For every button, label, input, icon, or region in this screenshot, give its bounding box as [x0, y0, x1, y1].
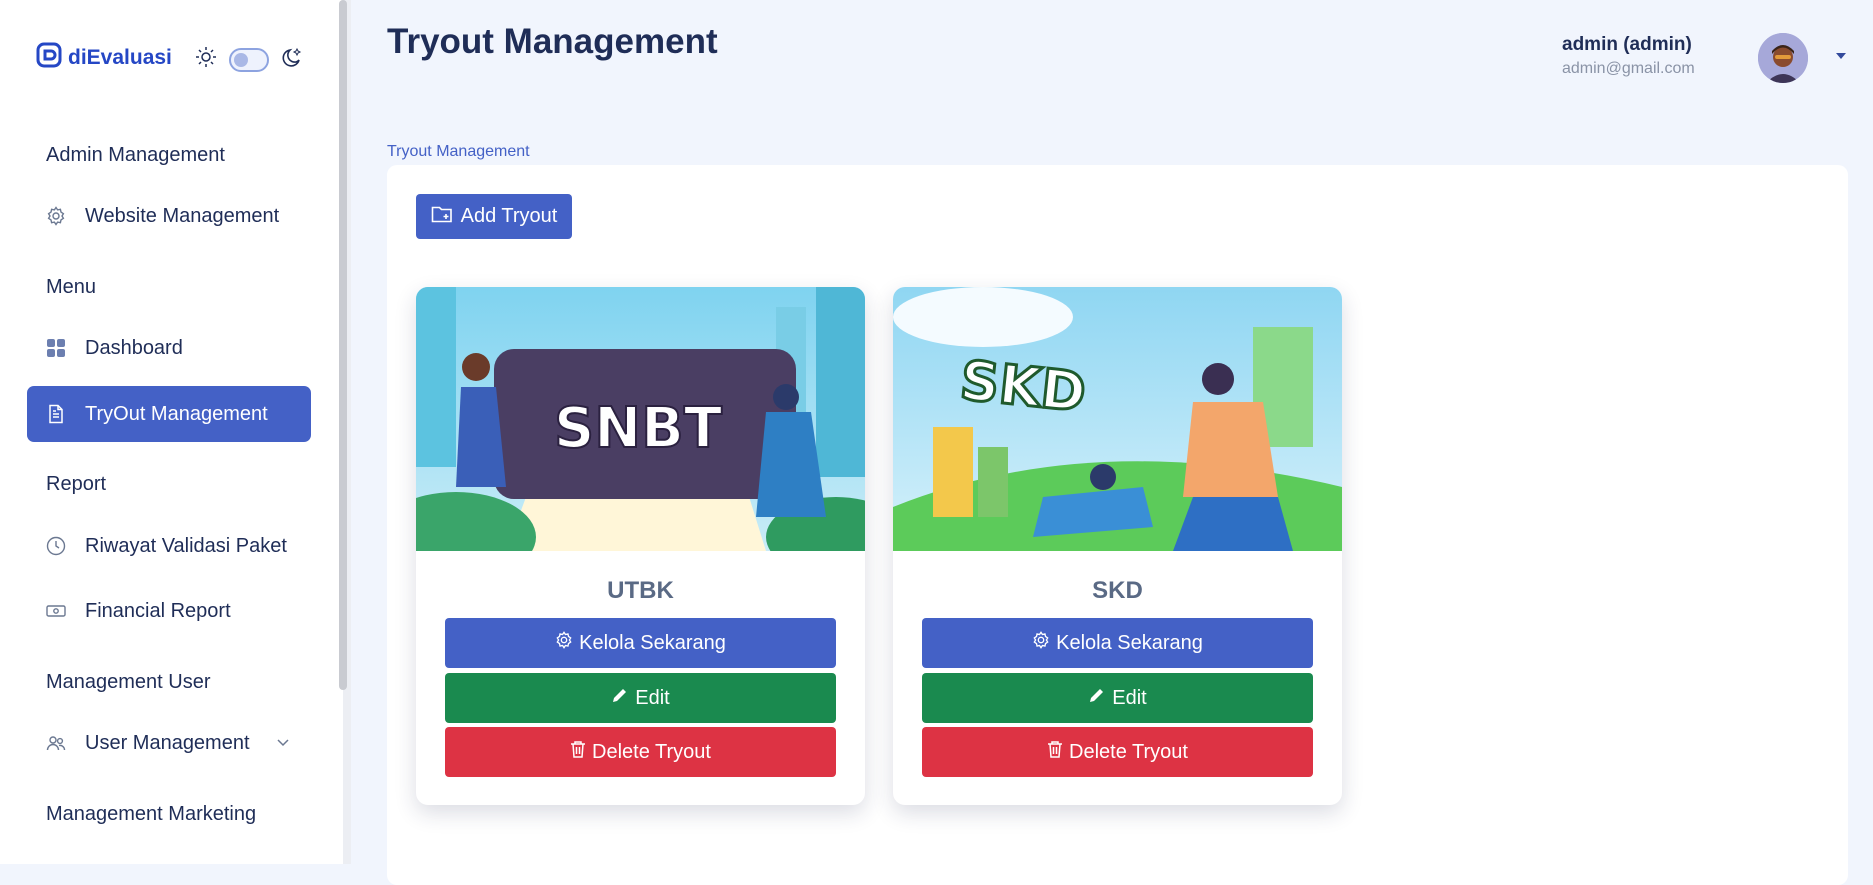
switch-knob — [234, 52, 248, 67]
tryout-card-utbk: SNBT UTBK Kelola Sekarang Edit Delete Tr… — [416, 287, 865, 805]
sidebar-item-label: Financial Report — [85, 599, 231, 622]
delete-label: Delete Tryout — [592, 740, 711, 763]
grid-icon — [45, 337, 67, 359]
sidebar: diEvaluasi Admin Management Website Mana… — [0, 0, 343, 864]
trash-icon — [1047, 740, 1063, 764]
logo-icon — [36, 42, 62, 73]
section-menu: Menu — [46, 276, 97, 298]
sun-icon — [195, 46, 217, 73]
logo-text: diEvaluasi — [68, 45, 172, 69]
sidebar-item-label: Riwayat Validasi Paket — [85, 534, 287, 557]
pencil-icon — [1088, 686, 1106, 710]
sidebar-item-tryout-management[interactable]: TryOut Management — [27, 386, 311, 442]
card-image-text: SKD — [957, 349, 1088, 425]
card-image: SKD — [893, 287, 1342, 551]
tryout-card-skd: SKD SKD Kelola Sekarang Edit Delete Tryo… — [893, 287, 1342, 805]
add-tryout-button[interactable]: Add Tryout — [416, 194, 572, 239]
document-icon — [45, 403, 67, 425]
app-logo[interactable]: diEvaluasi — [36, 42, 172, 73]
edit-label: Edit — [635, 686, 670, 709]
edit-button[interactable]: Edit — [445, 673, 836, 723]
sidebar-item-user-management[interactable]: User Management — [27, 715, 311, 771]
gear-icon — [555, 631, 573, 655]
manage-label: Kelola Sekarang — [579, 631, 726, 654]
sidebar-item-label: User Management — [85, 731, 250, 754]
section-management-user: Management User — [46, 671, 211, 693]
edit-button[interactable]: Edit — [922, 673, 1313, 723]
cash-icon — [45, 600, 67, 622]
user-menu-caret-icon[interactable] — [1836, 53, 1846, 59]
delete-tryout-button[interactable]: Delete Tryout — [922, 727, 1313, 777]
trash-icon — [570, 740, 586, 764]
avatar[interactable] — [1758, 33, 1808, 83]
chevron-down-icon[interactable] — [275, 733, 291, 756]
sidebar-item-website-management[interactable]: Website Management — [27, 188, 311, 244]
pencil-icon — [611, 686, 629, 710]
breadcrumb[interactable]: Tryout Management — [387, 143, 530, 161]
sidebar-item-label: Website Management — [85, 204, 280, 227]
section-report: Report — [46, 473, 107, 495]
sidebar-item-label: TryOut Management — [85, 402, 268, 425]
gear-icon — [45, 205, 67, 227]
users-icon — [45, 732, 67, 754]
delete-label: Delete Tryout — [1069, 740, 1188, 763]
delete-tryout-button[interactable]: Delete Tryout — [445, 727, 836, 777]
edit-label: Edit — [1112, 686, 1147, 709]
user-name: admin (admin) — [1562, 34, 1692, 55]
sidebar-item-riwayat-validasi-paket[interactable]: Riwayat Validasi Paket — [27, 518, 311, 574]
moon-icon — [281, 46, 303, 73]
clock-icon — [45, 535, 67, 557]
theme-toggle[interactable] — [195, 46, 303, 73]
section-management-marketing: Management Marketing — [46, 803, 257, 825]
page-title: Tryout Management — [387, 22, 718, 61]
card-title: SKD — [1092, 577, 1143, 604]
sidebar-item-financial-report[interactable]: Financial Report — [27, 583, 311, 639]
card-title: UTBK — [607, 577, 674, 604]
user-email: admin@gmail.com — [1562, 60, 1695, 77]
card-image-text: SNBT — [554, 396, 722, 461]
manage-button[interactable]: Kelola Sekarang — [445, 618, 836, 668]
manage-button[interactable]: Kelola Sekarang — [922, 618, 1313, 668]
sidebar-item-label: Dashboard — [85, 336, 183, 359]
card-image: SNBT — [416, 287, 865, 582]
section-admin-management: Admin Management — [46, 144, 225, 166]
sidebar-scrollbar[interactable] — [339, 0, 347, 690]
gear-icon — [1032, 631, 1050, 655]
theme-switch[interactable] — [229, 47, 269, 72]
add-tryout-label: Add Tryout — [460, 205, 558, 227]
sidebar-item-dashboard[interactable]: Dashboard — [27, 320, 311, 376]
folder-add-icon — [431, 204, 453, 230]
manage-label: Kelola Sekarang — [1056, 631, 1203, 654]
